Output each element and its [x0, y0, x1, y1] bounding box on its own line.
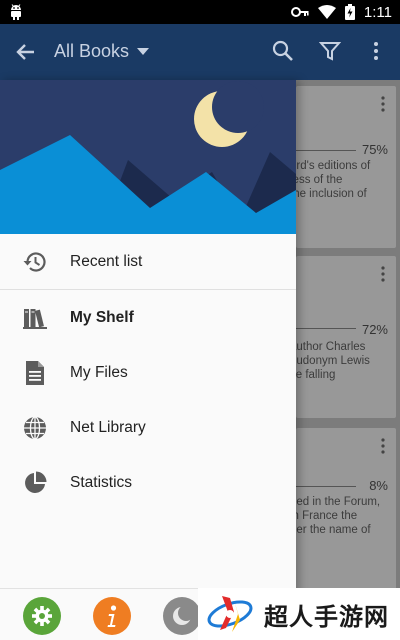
drawer-menu: Recent list My Shelf My Files Net Librar… [0, 234, 296, 510]
drawer-header-illustration [0, 80, 296, 234]
key-icon [290, 7, 309, 17]
file-document-icon [22, 360, 48, 386]
clock: 1:11 [363, 3, 392, 21]
battery-icon [344, 4, 355, 20]
book-card[interactable]: 72% author Charles eudonym Lewis ce fall… [296, 256, 396, 418]
pie-chart-icon [22, 470, 48, 496]
info-icon [107, 605, 117, 627]
filter-icon[interactable] [319, 40, 341, 62]
app-bar: All Books [0, 24, 400, 80]
progress-percent: 72% [361, 322, 388, 337]
menu-item-statistics[interactable]: Statistics [0, 455, 296, 510]
night-mode-icon [173, 605, 193, 625]
book-card[interactable]: 8% hed in the Forum, in France the der t… [296, 428, 396, 590]
book-description: author Charles eudonym Lewis ce falling [296, 341, 370, 381]
menu-item-net-library[interactable]: Net Library [0, 400, 296, 455]
menu-item-label: Statistics [70, 473, 133, 491]
globe-icon [22, 415, 48, 441]
search-icon[interactable] [272, 40, 294, 62]
watermark-text: 超人手游网 [264, 602, 389, 631]
progress-line [296, 486, 356, 487]
settings-button[interactable] [23, 597, 61, 635]
progress-percent: 75% [361, 142, 388, 157]
menu-item-my-shelf[interactable]: My Shelf [0, 290, 296, 345]
menu-item-label: Net Library [70, 418, 146, 436]
status-bar: 1:11 [0, 0, 400, 24]
book-description: hed in the Forum, in France the der the … [296, 496, 381, 536]
info-button[interactable] [93, 597, 131, 635]
settings-gear-icon [32, 606, 52, 626]
night-mode-button[interactable] [163, 597, 201, 635]
book-card[interactable]: 75% ord's editions of less of the the in… [296, 86, 396, 248]
navigation-drawer: Recent list My Shelf My Files Net Librar… [0, 80, 296, 640]
menu-item-label: Recent list [70, 252, 143, 270]
book-description: ord's editions of less of the the inclus… [296, 160, 371, 200]
bookshelf-icon [22, 305, 48, 331]
back-arrow-icon[interactable] [12, 38, 40, 66]
android-icon [11, 4, 21, 20]
progress-percent: 8% [369, 478, 388, 493]
app-bar-title[interactable]: All Books [54, 41, 129, 62]
more-vert-icon[interactable] [380, 438, 386, 454]
menu-item-label: My Shelf [70, 308, 134, 326]
watermark-logo: 超人手游网 [198, 588, 400, 640]
wifi-icon [317, 5, 336, 19]
menu-item-label: My Files [70, 363, 128, 381]
menu-item-my-files[interactable]: My Files [0, 345, 296, 400]
more-vert-icon[interactable] [368, 40, 384, 62]
more-vert-icon[interactable] [380, 266, 386, 282]
dropdown-arrow-icon[interactable] [137, 48, 149, 56]
watermark-emblem [207, 596, 253, 632]
menu-item-recent-list[interactable]: Recent list [0, 234, 296, 289]
more-vert-icon[interactable] [380, 96, 386, 112]
history-icon [22, 249, 48, 275]
progress-line [296, 328, 356, 329]
progress-line [296, 150, 356, 151]
